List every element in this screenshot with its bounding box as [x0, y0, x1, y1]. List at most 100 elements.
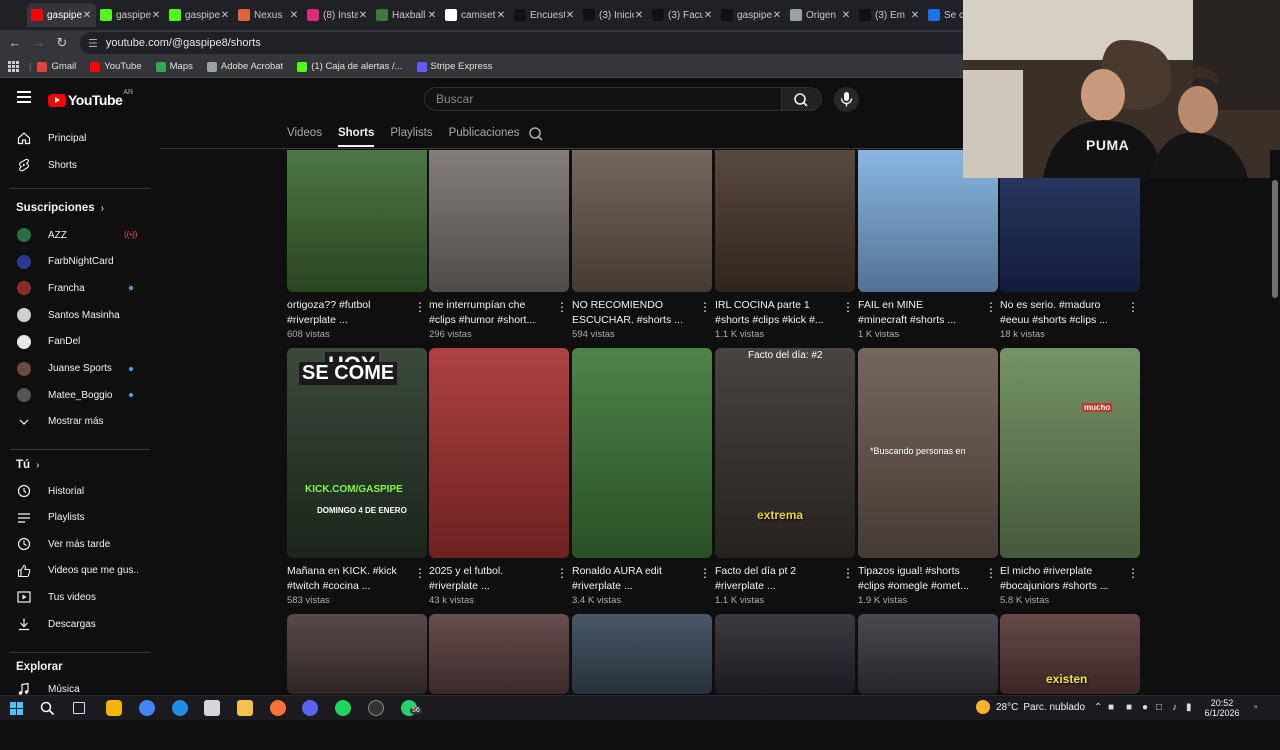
reload-icon[interactable]: ↻	[53, 34, 71, 52]
more-options-icon[interactable]: ⋮	[985, 300, 997, 314]
sidebar-item[interactable]: Francha	[0, 275, 152, 301]
short-title[interactable]: me interrumpían che #clips #humor #short…	[429, 298, 553, 327]
browser-tab[interactable]: (3) Em ✕	[855, 3, 924, 27]
close-icon[interactable]: ✕	[151, 10, 161, 21]
short-card[interactable]: No es serio. #maduro #eeuu #shorts #clip…	[1000, 150, 1140, 348]
short-card[interactable]: NO RECOMIENDO ESCUCHAR. #shorts ... 594 v…	[572, 150, 712, 348]
bookmark[interactable]: Gmail	[37, 61, 76, 72]
discord-icon[interactable]	[302, 700, 318, 716]
short-thumbnail[interactable]	[429, 150, 569, 292]
address-bar[interactable]: ☰ youtube.com/@gaspipe8/shorts	[80, 32, 980, 54]
short-thumbnail[interactable]: mucho	[1000, 348, 1140, 558]
browser-tab[interactable]: Encuesta✕	[510, 3, 579, 27]
sidebar-item[interactable]: Shorts	[0, 152, 152, 178]
browser-tab[interactable]: gaspipe ✕	[96, 3, 165, 27]
you-header[interactable]: Tú ›	[16, 459, 39, 471]
short-title[interactable]: El micho #riverplate #bocajuniors #short…	[1000, 564, 1124, 593]
browser-tab[interactable]: camiseta✕	[441, 3, 510, 27]
short-card[interactable]	[429, 614, 569, 750]
more-options-icon[interactable]: ⋮	[985, 566, 997, 580]
close-icon[interactable]: ✕	[82, 10, 92, 21]
forward-icon[interactable]: →	[30, 34, 48, 52]
sidebar-item[interactable]: AZZ ((•))	[0, 222, 152, 248]
short-card[interactable]	[287, 614, 427, 750]
tray-mic-icon[interactable]: ●	[1142, 702, 1148, 713]
menu-icon[interactable]	[17, 91, 31, 103]
more-options-icon[interactable]: ⋮	[1127, 566, 1139, 580]
short-card[interactable]: me interrumpían che #clips #humor #short…	[429, 150, 569, 348]
bookmark[interactable]: Stripe Express	[416, 61, 492, 72]
more-options-icon[interactable]: ⋮	[699, 300, 711, 314]
taskbar-clock[interactable]: 20:52 6/1/2026	[1200, 698, 1244, 718]
site-info-icon[interactable]: ☰	[88, 37, 98, 50]
short-thumbnail[interactable]: Facto del día: #2 extrema	[715, 348, 855, 558]
taskbar-search-icon[interactable]	[40, 701, 55, 721]
close-icon[interactable]: ✕	[841, 10, 851, 21]
battery-icon[interactable]: ▮	[1186, 702, 1192, 713]
short-card[interactable]: FAIL en MINE #minecraft #shorts ... 1 K v…	[858, 150, 998, 348]
browser-tab[interactable]: Haxball ✕	[372, 3, 441, 27]
channel-search-icon[interactable]	[528, 126, 544, 147]
more-options-icon[interactable]: ⋮	[842, 566, 854, 580]
more-options-icon[interactable]: ⋮	[1127, 300, 1139, 314]
bookmark[interactable]: (1) Caja de alertas /...	[297, 61, 403, 72]
short-title[interactable]: Facto del día pt 2 #riverplate ...	[715, 564, 839, 593]
sidebar-item[interactable]: Descargas	[0, 611, 152, 637]
short-title[interactable]: Mañana en KICK. #kick #twitch #cocina ..…	[287, 564, 411, 593]
close-icon[interactable]: ✕	[772, 10, 782, 21]
close-icon[interactable]: ✕	[427, 10, 437, 21]
short-title[interactable]: No es serio. #maduro #eeuu #shorts #clip…	[1000, 298, 1124, 327]
short-title[interactable]: FAIL en MINE #minecraft #shorts ...	[858, 298, 982, 327]
sidebar-item[interactable]: Videos que me gus...	[0, 558, 152, 584]
browser-tab[interactable]: (3) Facundo✕	[648, 3, 717, 27]
short-thumbnail[interactable]: existen	[1000, 614, 1140, 694]
short-card[interactable]	[858, 614, 998, 750]
browser-tab[interactable]: (8) Instagram✕	[303, 3, 372, 27]
firefox-icon[interactable]	[270, 700, 286, 716]
tab-videos[interactable]: Videos	[287, 121, 322, 147]
windows-start-icon[interactable]	[10, 702, 23, 720]
copilot-icon[interactable]	[106, 700, 122, 716]
obs-icon[interactable]	[368, 700, 384, 716]
sidebar-item[interactable]: FanDel	[0, 329, 152, 355]
tab-publicaciones[interactable]: Publicaciones	[449, 121, 520, 147]
network-icon[interactable]: □	[1156, 702, 1162, 713]
sidebar-item[interactable]: Juanse Sports	[0, 356, 152, 382]
sidebar-item[interactable]: Tus videos	[0, 584, 152, 610]
browser-tab[interactable]: gaspipe8 - YouTube✕	[27, 3, 96, 27]
short-title[interactable]: IRL COCINA parte 1 #shorts #clips #kick …	[715, 298, 839, 327]
short-title[interactable]: ortigoza?? #futbol #riverplate ...	[287, 298, 411, 327]
tray-chevron-icon[interactable]: ⌃	[1094, 702, 1102, 713]
short-thumbnail[interactable]	[572, 348, 712, 558]
short-thumbnail[interactable]	[429, 614, 569, 694]
edge-icon[interactable]	[172, 700, 188, 716]
short-title[interactable]: 2025 y el futbol. #riverplate ...	[429, 564, 553, 593]
apps-grid-icon[interactable]	[8, 61, 19, 72]
short-thumbnail[interactable]: HOYSE COMEKICK.COM/GASPIPEDOMINGO 4 DE E…	[287, 348, 427, 558]
short-card[interactable]: IRL COCINA parte 1 #shorts #clips #kick …	[715, 150, 855, 348]
short-card[interactable]: 2025 y el futbol. #riverplate ... 43 k vi…	[429, 348, 569, 614]
back-icon[interactable]: ←	[6, 34, 24, 52]
tab-shorts[interactable]: Shorts	[337, 121, 375, 147]
search-box[interactable]	[424, 87, 782, 111]
short-title[interactable]: Ronaldo AURA edit #riverplate ...	[572, 564, 696, 593]
short-card[interactable]: *Buscando personas en Tipazos igual! #sho…	[858, 348, 998, 614]
browser-tab[interactable]: gaspipe ✕	[165, 3, 234, 27]
short-thumbnail[interactable]	[287, 150, 427, 292]
short-card[interactable]: Facto del día: #2 extrema Facto del día pt…	[715, 348, 855, 614]
tray-app-icon[interactable]: ■	[1126, 702, 1132, 713]
sidebar-item[interactable]: FarbNightCard	[0, 249, 152, 275]
more-options-icon[interactable]: ⋮	[699, 566, 711, 580]
short-thumbnail[interactable]	[429, 348, 569, 558]
weather-widget[interactable]: 28°C Parc. nublado	[976, 700, 1085, 714]
short-thumbnail[interactable]	[287, 614, 427, 694]
close-icon[interactable]: ✕	[289, 10, 299, 21]
sidebar-item[interactable]: Mostrar más	[0, 409, 152, 435]
short-title[interactable]: NO RECOMIENDO ESCUCHAR. #shorts ...	[572, 298, 696, 327]
short-card[interactable]: existen	[1000, 614, 1140, 750]
notifications-icon[interactable]: ▫	[1254, 702, 1258, 713]
bookmark[interactable]: Adobe Acrobat	[206, 61, 283, 72]
sidebar-item[interactable]: Ver más tarde	[0, 531, 152, 557]
youtube-logo[interactable]: YouTube AR	[48, 89, 133, 108]
short-thumbnail[interactable]: *Buscando personas en	[858, 348, 998, 558]
